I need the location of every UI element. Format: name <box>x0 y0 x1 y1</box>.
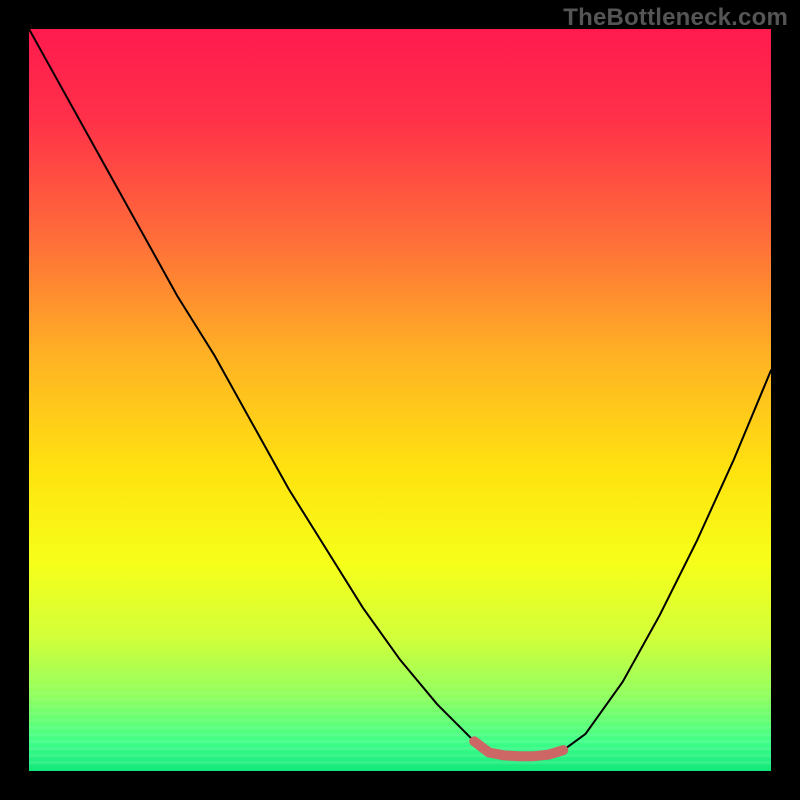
plot-area <box>29 29 771 771</box>
chart-frame: TheBottleneck.com <box>0 0 800 800</box>
chart-svg <box>29 29 771 771</box>
watermark-text: TheBottleneck.com <box>563 4 788 32</box>
